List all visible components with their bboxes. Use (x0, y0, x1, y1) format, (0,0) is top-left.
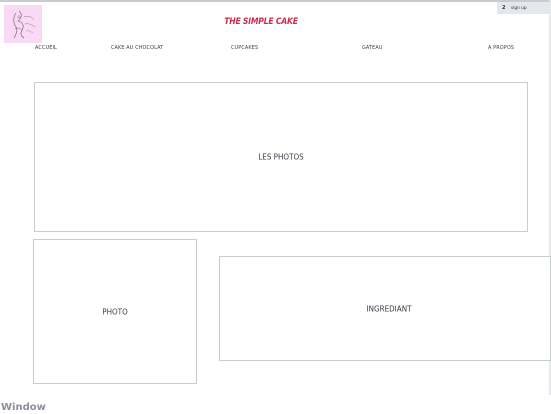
photo-panel[interactable]: PHOTO (33, 239, 197, 384)
photos-gallery-panel[interactable]: LES PHOTOS (34, 82, 528, 232)
nav-item-cake-au-chocolat[interactable]: CAKE AU CHOCOLAT (111, 45, 163, 51)
signup-button[interactable]: 2 sign up (497, 2, 549, 14)
nav-item-cupcakes[interactable]: CUPCAKES (231, 45, 258, 51)
photo-label: PHOTO (102, 307, 128, 316)
window-label: Window (1, 402, 46, 413)
ingredient-panel[interactable]: INGREDIANT (219, 256, 551, 361)
wireframe-canvas: THE SIMPLE CAKE 2 sign up ACCUEIL CAKE A… (0, 0, 551, 414)
photos-gallery-label: LES PHOTOS (258, 152, 304, 162)
signup-label: sign up (511, 5, 527, 11)
top-divider (0, 0, 551, 2)
nav-item-a-propos[interactable]: A PROPOS (488, 45, 514, 51)
brand-title: THE SIMPLE CAKE (224, 17, 298, 27)
nav-item-gateau[interactable]: GATEAU (362, 45, 383, 51)
signup-count: 2 (502, 5, 506, 11)
ingredient-label: INGREDIANT (366, 304, 412, 313)
nav-item-accueil[interactable]: ACCUEIL (35, 45, 57, 51)
